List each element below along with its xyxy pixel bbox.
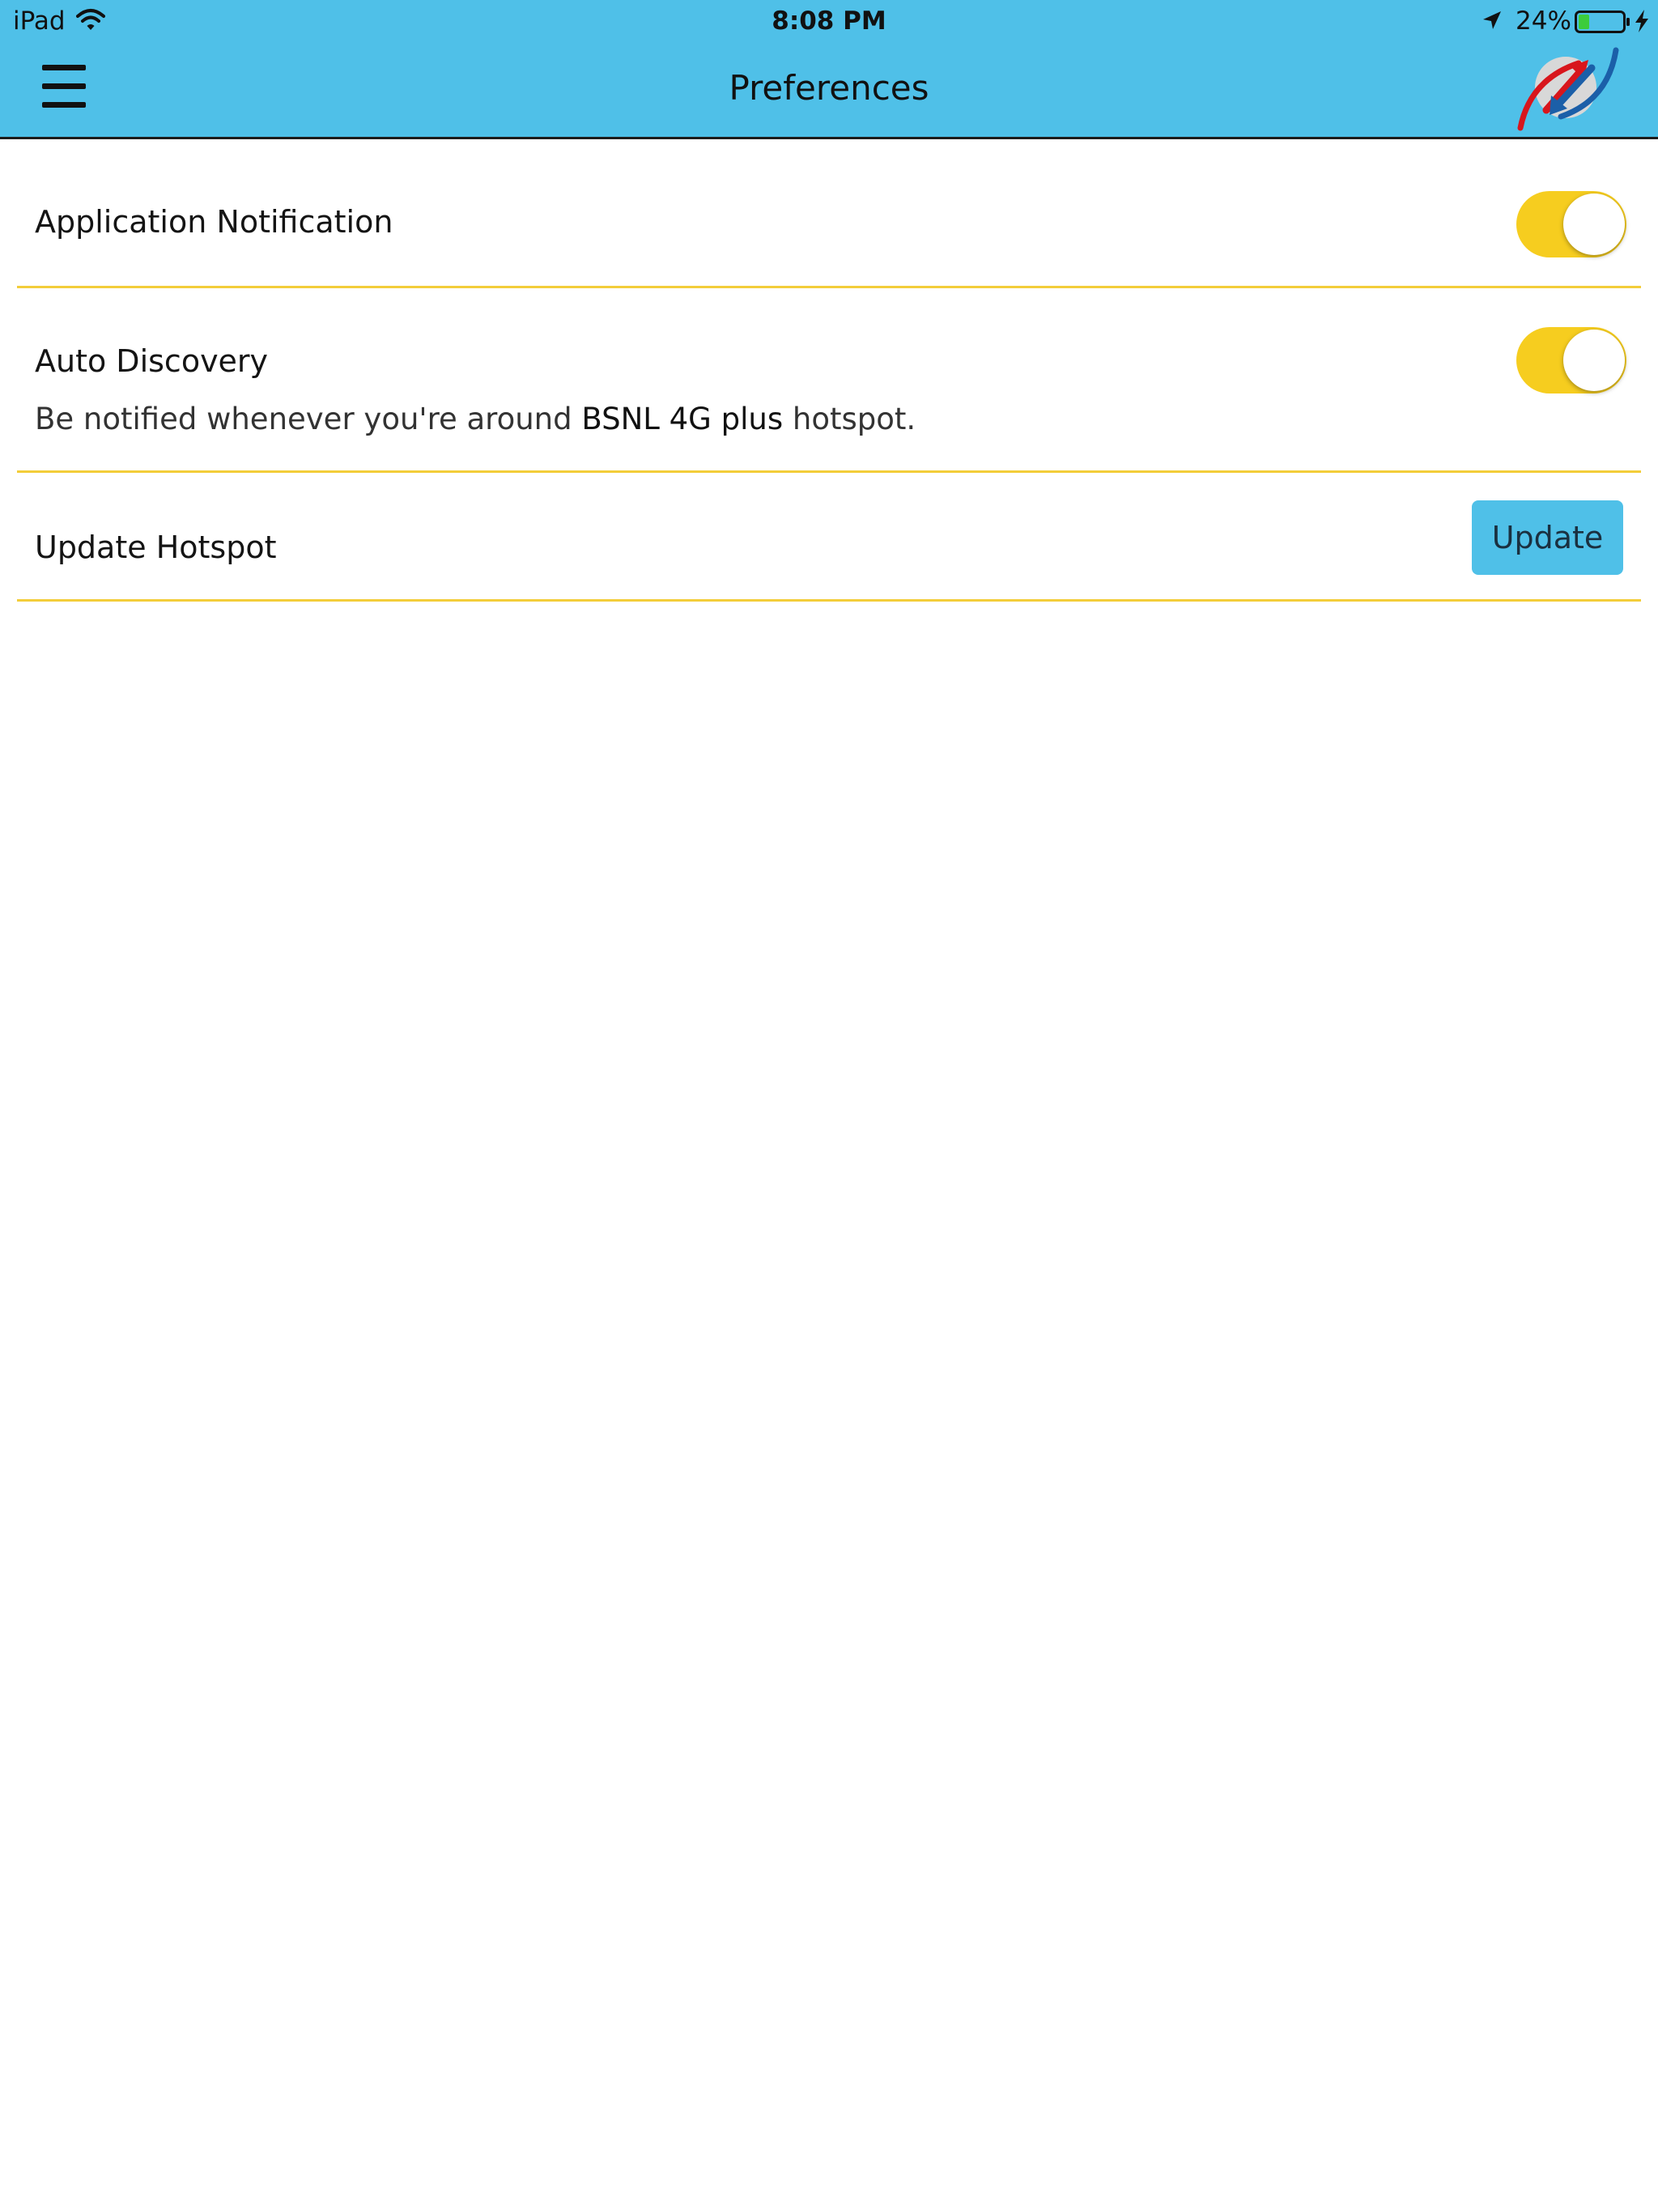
setting-row-application-notification: Application Notification	[17, 139, 1641, 288]
battery-percentage: 24%	[1516, 6, 1571, 36]
toggle-knob	[1563, 330, 1625, 391]
description-suffix: hotspot.	[783, 402, 916, 436]
toggle-knob	[1563, 194, 1625, 255]
setting-row-auto-discovery: Auto Discovery Be notified whenever you'…	[17, 288, 1641, 473]
update-button[interactable]: Update	[1472, 500, 1623, 575]
page-title: Preferences	[729, 68, 929, 108]
bsnl-logo	[1517, 47, 1619, 131]
battery-icon	[1575, 11, 1630, 33]
application-notification-toggle[interactable]	[1516, 191, 1626, 257]
status-bar: iPad 8:08 PM 24%	[0, 0, 1658, 44]
application-notification-label: Application Notification	[35, 204, 393, 240]
status-time: 8:08 PM	[772, 6, 886, 36]
description-highlight: BSNL 4G plus	[581, 402, 784, 436]
auto-discovery-toggle[interactable]	[1516, 327, 1626, 393]
app-header: iPad 8:08 PM 24% Preferences	[0, 0, 1658, 139]
settings-list: Application Notification Auto Discovery …	[0, 139, 1658, 602]
auto-discovery-label: Auto Discovery	[35, 343, 269, 379]
update-hotspot-label: Update Hotspot	[35, 530, 277, 565]
description-prefix: Be notified whenever you're around	[35, 402, 582, 436]
location-arrow-icon	[1483, 11, 1501, 29]
charging-bolt-icon	[1635, 10, 1648, 32]
auto-discovery-description: Be notified whenever you're around BSNL …	[35, 402, 916, 436]
setting-row-update-hotspot: Update Hotspot Update	[17, 473, 1641, 602]
